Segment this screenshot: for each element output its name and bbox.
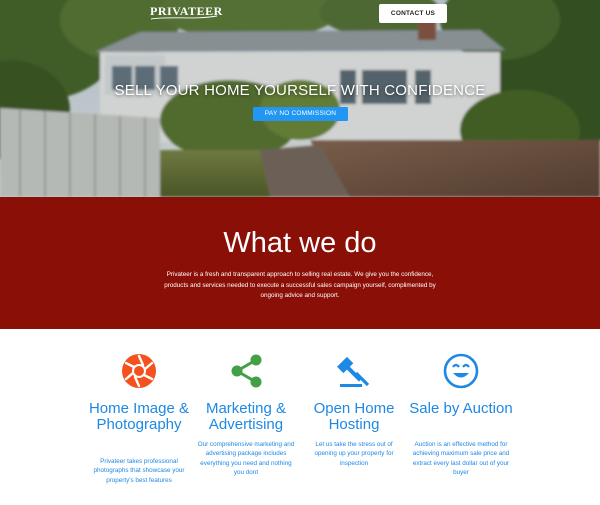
service-description: Auction is an effective method for achie… bbox=[412, 441, 510, 476]
service-title: Open Home Hosting bbox=[313, 400, 395, 433]
what-we-do-text: Privateer is a fresh and transparent app… bbox=[164, 271, 436, 299]
logo-swash-icon bbox=[150, 15, 218, 20]
service-description: Privateer takes professional photographs… bbox=[93, 458, 185, 484]
camera-aperture-icon bbox=[122, 354, 156, 388]
service-description: Let us take the stress out of opening up… bbox=[314, 441, 394, 467]
service-title: Sale by Auction bbox=[409, 400, 513, 417]
smiley-icon bbox=[443, 353, 479, 389]
services-section: Home Image & Photography Privateer takes… bbox=[0, 329, 600, 505]
what-we-do-section: What we do Privateer is a fresh and tran… bbox=[0, 197, 600, 329]
share-icon bbox=[231, 354, 262, 388]
hero-section: PRIVATEER CONTACT US SELL YOUR HOME YOUR… bbox=[0, 0, 600, 197]
service-description: Our comprehensive marketing and advertis… bbox=[197, 441, 295, 476]
hero-headline: SELL YOUR HOME YOURSELF WITH CONFIDENCE bbox=[114, 82, 486, 99]
service-title: Marketing & Advertising bbox=[205, 400, 287, 433]
service-title: Home Image & Photography bbox=[88, 400, 190, 433]
pay-no-commission-button[interactable]: PAY NO COMMISSION bbox=[253, 107, 348, 121]
gavel-icon bbox=[337, 356, 370, 387]
contact-us-button[interactable]: CONTACT US bbox=[379, 4, 447, 23]
what-we-do-title: What we do bbox=[223, 227, 377, 259]
